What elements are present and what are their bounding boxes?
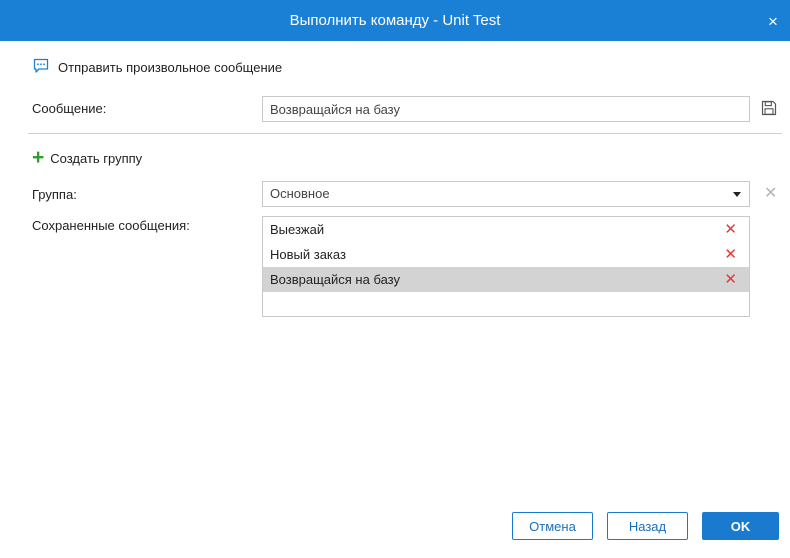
list-item-text: Новый заказ [270,247,346,262]
create-group-button[interactable]: + Создать группу [32,146,143,169]
send-custom-message-row: Отправить произвольное сообщение [32,57,282,77]
delete-icon[interactable]: ✕ [724,267,737,292]
dialog-title: Выполнить команду - Unit Test [289,12,501,29]
group-label: Группа: [32,187,77,202]
dialog-titlebar: Выполнить команду - Unit Test × [0,0,790,41]
list-item-text: Возвращайся на базу [270,272,400,287]
section-divider [28,133,782,134]
send-custom-message-label: Отправить произвольное сообщение [58,59,283,75]
create-group-label: Создать группу [50,150,143,166]
list-item-selected[interactable]: Возвращайся на базу ✕ [263,267,749,292]
message-input[interactable] [262,96,750,122]
back-button[interactable]: Назад [607,512,688,540]
plus-icon: + [32,146,45,169]
group-select[interactable]: Основное [262,181,750,207]
list-item[interactable]: Новый заказ ✕ [263,242,749,267]
delete-icon[interactable]: ✕ [724,217,737,242]
close-button[interactable]: × [756,0,790,41]
saved-messages-label: Сохраненные сообщения: [32,218,190,233]
execute-command-dialog: Выполнить команду - Unit Test × Отправит… [0,0,790,558]
list-item-text: Выезжай [270,222,325,237]
ok-button[interactable]: OK [702,512,779,540]
floppy-disk-icon [761,100,777,116]
group-select-value: Основное [270,186,330,201]
saved-messages-list: Выезжай ✕ Новый заказ ✕ Возвращайся на б… [262,216,750,317]
delete-icon[interactable]: ✕ [724,242,737,267]
cancel-button[interactable]: Отмена [512,512,593,540]
list-item[interactable]: Выезжай ✕ [263,217,749,242]
chevron-down-icon [733,192,741,197]
save-message-button[interactable] [761,100,777,116]
message-label: Сообщение: [32,101,107,116]
clear-group-button[interactable]: ✕ [764,186,777,202]
chat-bubble-icon [32,57,50,78]
